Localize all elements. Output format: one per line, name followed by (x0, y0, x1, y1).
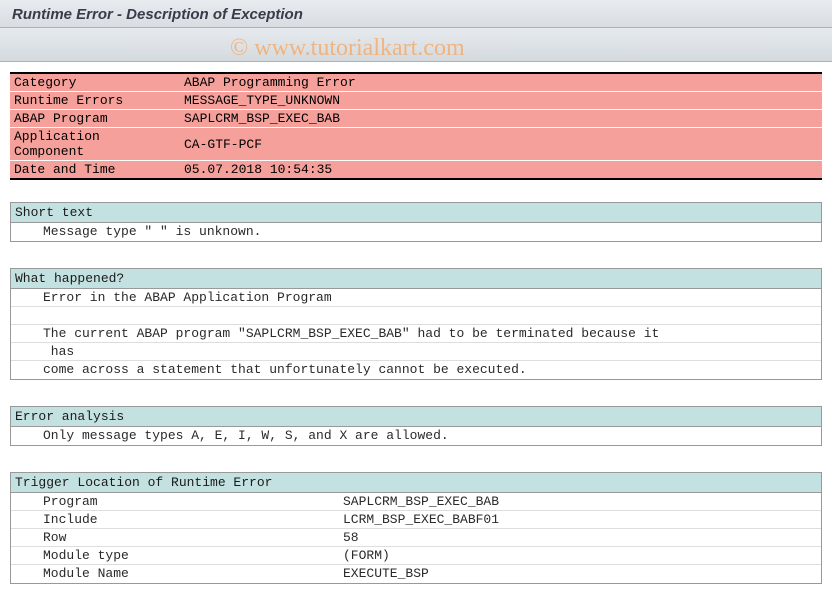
section-what-happened: What happened? Error in the ABAP Applica… (10, 268, 822, 380)
text-line: Error in the ABAP Application Program (11, 289, 821, 307)
header-row-category: Category ABAP Programming Error (10, 73, 822, 92)
kv-value: LCRM_BSP_EXEC_BABF01 (343, 512, 499, 527)
content-area: Category ABAP Programming Error Runtime … (0, 62, 832, 594)
section-title: Trigger Location of Runtime Error (11, 473, 821, 493)
section-title: Error analysis (11, 407, 821, 427)
header-value: ABAP Programming Error (180, 73, 822, 92)
page-title: Runtime Error - Description of Exception (12, 6, 820, 23)
section-title: What happened? (11, 269, 821, 289)
header-value: SAPLCRM_BSP_EXEC_BAB (180, 110, 822, 128)
header-label: Category (10, 73, 180, 92)
error-header-table: Category ABAP Programming Error Runtime … (10, 72, 822, 180)
kv-row-module-name: Module Name EXECUTE_BSP (11, 565, 821, 583)
header-value: CA-GTF-PCF (180, 128, 822, 161)
header-label: ABAP Program (10, 110, 180, 128)
section-error-analysis: Error analysis Only message types A, E, … (10, 406, 822, 446)
section-body: Program SAPLCRM_BSP_EXEC_BAB Include LCR… (11, 493, 821, 583)
section-body: Only message types A, E, I, W, S, and X … (11, 427, 821, 445)
section-title: Short text (11, 203, 821, 223)
text-line: come across a statement that unfortunate… (11, 361, 821, 379)
kv-value: 58 (343, 530, 359, 545)
header-label: Application Component (10, 128, 180, 161)
section-short-text: Short text Message type " " is unknown. (10, 202, 822, 242)
kv-row-row: Row 58 (11, 529, 821, 547)
header-label: Date and Time (10, 161, 180, 180)
header-row-application-component: Application Component CA-GTF-PCF (10, 128, 822, 161)
kv-key: Row (43, 530, 343, 545)
text-line: has (11, 343, 821, 361)
kv-key: Module type (43, 548, 343, 563)
kv-row-module-type: Module type (FORM) (11, 547, 821, 565)
section-trigger-location: Trigger Location of Runtime Error Progra… (10, 472, 822, 584)
kv-row-program: Program SAPLCRM_BSP_EXEC_BAB (11, 493, 821, 511)
section-body: Message type " " is unknown. (11, 223, 821, 241)
header-row-date-time: Date and Time 05.07.2018 10:54:35 (10, 161, 822, 180)
header-row-runtime-errors: Runtime Errors MESSAGE_TYPE_UNKNOWN (10, 92, 822, 110)
kv-value: SAPLCRM_BSP_EXEC_BAB (343, 494, 499, 509)
text-line: Message type " " is unknown. (11, 223, 821, 241)
kv-key: Include (43, 512, 343, 527)
text-line: The current ABAP program "SAPLCRM_BSP_EX… (11, 325, 821, 343)
header-value: MESSAGE_TYPE_UNKNOWN (180, 92, 822, 110)
toolbar (0, 28, 832, 62)
header-value: 05.07.2018 10:54:35 (180, 161, 822, 180)
kv-value: EXECUTE_BSP (343, 566, 429, 582)
kv-row-include: Include LCRM_BSP_EXEC_BABF01 (11, 511, 821, 529)
text-line (11, 307, 821, 325)
header-row-abap-program: ABAP Program SAPLCRM_BSP_EXEC_BAB (10, 110, 822, 128)
titlebar: Runtime Error - Description of Exception (0, 0, 832, 28)
text-line: Only message types A, E, I, W, S, and X … (11, 427, 821, 445)
kv-key: Program (43, 494, 343, 509)
kv-key: Module Name (43, 566, 343, 582)
header-label: Runtime Errors (10, 92, 180, 110)
section-body: Error in the ABAP Application Program Th… (11, 289, 821, 379)
kv-value: (FORM) (343, 548, 390, 563)
